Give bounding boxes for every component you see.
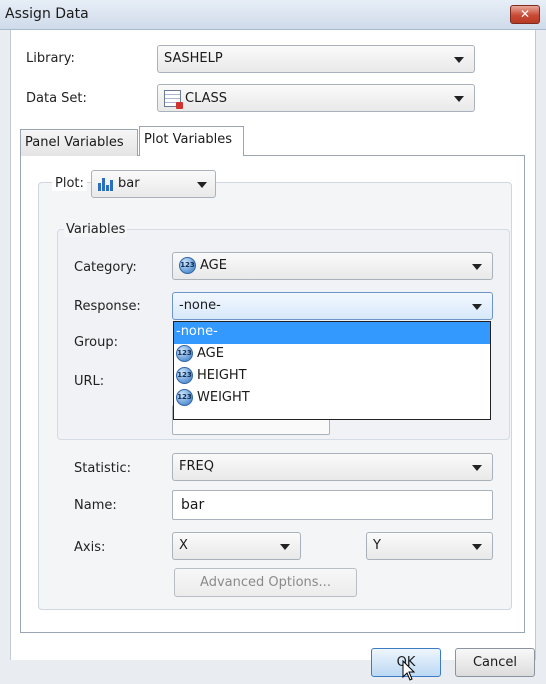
advanced-options-button[interactable]: Advanced Options... xyxy=(174,568,357,597)
tab-plot-variables[interactable]: Plot Variables xyxy=(139,126,244,156)
response-label: Response: xyxy=(74,299,141,314)
library-select[interactable]: SASHELP xyxy=(157,45,475,73)
dialog-title: Assign Data xyxy=(5,6,89,22)
category-label: Category: xyxy=(74,260,137,275)
dropdown-option-height[interactable]: 123 HEIGHT xyxy=(174,366,490,388)
mouse-pointer-icon xyxy=(402,660,416,681)
chevron-down-icon xyxy=(197,182,207,188)
library-value: SASHELP xyxy=(164,51,223,66)
category-select[interactable]: 123 AGE xyxy=(172,252,493,280)
dropdown-option-weight[interactable]: 123 WEIGHT xyxy=(174,388,490,410)
axis-label: Axis: xyxy=(74,540,106,555)
group-label: Group: xyxy=(74,335,118,350)
statistic-value: FREQ xyxy=(179,459,214,474)
dropdown-option-age[interactable]: 123 AGE xyxy=(174,344,490,366)
variables-title: Variables xyxy=(64,222,128,237)
chevron-down-icon xyxy=(472,264,482,270)
numeric-variable-icon: 123 xyxy=(179,257,196,274)
statistic-label: Statistic: xyxy=(74,461,132,476)
cancel-button[interactable]: Cancel xyxy=(455,648,535,677)
x-axis-value: X xyxy=(179,538,188,553)
tab-label: Plot Variables xyxy=(144,132,233,147)
numeric-variable-icon: 123 xyxy=(176,367,193,384)
library-label: Library: xyxy=(26,51,75,66)
x-axis-select[interactable]: X xyxy=(172,532,301,560)
chevron-down-icon xyxy=(472,544,482,550)
close-button[interactable]: ✕ xyxy=(510,5,540,24)
chevron-down-icon xyxy=(472,465,482,471)
category-value: AGE xyxy=(200,258,227,273)
name-field[interactable] xyxy=(172,490,493,520)
chevron-down-icon xyxy=(454,57,464,63)
bar-chart-icon xyxy=(98,177,114,191)
plot-type-value: bar xyxy=(118,176,140,191)
response-dropdown-list: -none- 123 AGE 123 HEIGHT 123 WEIGHT xyxy=(173,321,491,420)
url-label: URL: xyxy=(74,374,105,389)
response-select[interactable]: -none- xyxy=(172,292,493,320)
assign-data-dialog: Assign Data ✕ Library: SASHELP Data Set:… xyxy=(0,0,546,684)
numeric-variable-icon: 123 xyxy=(176,389,193,406)
statistic-select[interactable]: FREQ xyxy=(172,453,493,481)
plot-label: Plot: xyxy=(52,176,87,191)
dataset-table-icon xyxy=(164,90,183,109)
name-label: Name: xyxy=(74,498,117,513)
chevron-down-icon xyxy=(454,96,464,102)
tab-panel-variables[interactable]: Panel Variables xyxy=(20,129,138,156)
dataset-label: Data Set: xyxy=(26,91,87,106)
response-value: -none- xyxy=(179,298,221,313)
close-icon: ✕ xyxy=(519,7,531,21)
name-input[interactable] xyxy=(173,491,492,519)
dropdown-option-none[interactable]: -none- xyxy=(174,322,490,344)
plot-type-select[interactable]: bar xyxy=(91,170,216,198)
dataset-value: CLASS xyxy=(185,91,228,106)
tab-label: Panel Variables xyxy=(25,135,124,150)
y-axis-select[interactable]: Y xyxy=(366,532,493,560)
title-bar: Assign Data ✕ xyxy=(0,0,546,30)
dataset-select[interactable]: CLASS xyxy=(157,84,475,112)
chevron-down-icon xyxy=(280,544,290,550)
numeric-variable-icon: 123 xyxy=(176,345,193,362)
chevron-down-icon xyxy=(472,304,482,310)
y-axis-value: Y xyxy=(373,538,381,553)
